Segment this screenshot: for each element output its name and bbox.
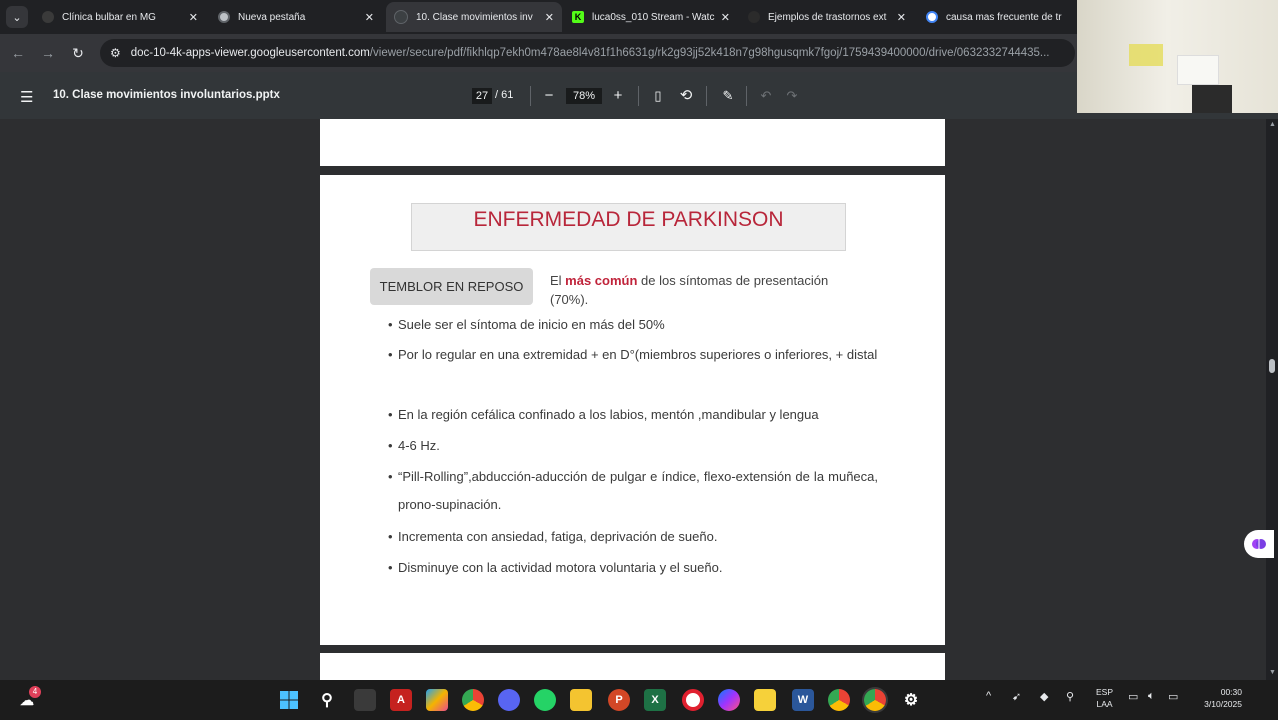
address-host: doc-10-4k-apps-viewer.googleusercontent.… <box>130 47 370 59</box>
tab-title: Clínica bulbar en MG <box>62 11 156 23</box>
notifications-screen-icon[interactable]: ▭ <box>1128 690 1138 703</box>
search-icon[interactable]: ⚲ <box>316 689 338 711</box>
tab-clase-movimientos[interactable]: 10. Clase movimientos inv ✕ <box>386 2 562 32</box>
language-indicator[interactable]: ESP LAA <box>1096 686 1113 710</box>
pdf-viewer[interactable]: ENFERMEDAD DE PARKINSON TEMBLOR EN REPOS… <box>0 119 1266 680</box>
battery-icon[interactable]: ▭ <box>1168 690 1178 703</box>
tab-nueva-pestana[interactable]: Nueva pestaña ✕ <box>210 2 382 32</box>
tab-causa-frecuente[interactable]: causa mas frecuente de tr <box>918 2 1076 32</box>
volume-icon[interactable]: 🔈︎ <box>1148 690 1155 703</box>
tray-app-icon[interactable]: ➹ <box>1012 690 1021 703</box>
divider <box>530 86 531 106</box>
copilot-icon[interactable] <box>426 689 448 711</box>
notification-badge: 4 <box>29 686 41 698</box>
windows-icon <box>280 691 298 709</box>
annotate-pen-icon[interactable]: ✎ <box>718 86 738 106</box>
file-explorer-icon[interactable] <box>570 689 592 711</box>
slide-title: ENFERMEDAD DE PARKINSON <box>411 203 846 251</box>
word-icon[interactable]: W <box>792 689 814 711</box>
discord-icon[interactable] <box>498 689 520 711</box>
menu-icon[interactable]: ☰ <box>20 88 33 106</box>
intro-text: El más común de los síntomas de presenta… <box>550 273 829 307</box>
undo-icon[interactable]: ↶ <box>756 86 776 106</box>
rotate-icon[interactable]: ⟲ <box>676 86 696 106</box>
close-icon[interactable]: ✕ <box>897 11 906 24</box>
back-arrow-icon[interactable]: ← <box>8 43 28 63</box>
chrome-active-icon[interactable] <box>864 689 886 711</box>
page-total: / 61 <box>495 89 514 101</box>
zoom-in-button[interactable]: + <box>608 86 628 106</box>
windows-taskbar: ☁ ⚲ A P X W ⚙ ^ ➹ ◆ ⚲ ▭ 🔈︎ ▭ <box>0 680 1278 720</box>
webcam-sticky-note <box>1129 44 1163 66</box>
tab-ejemplos-trastornos[interactable]: Ejemplos de trastornos ext ✕ <box>740 2 914 32</box>
divider <box>706 86 707 106</box>
chrome-icon <box>218 11 230 23</box>
chevron-down-icon: ⌄ <box>12 11 22 24</box>
opera-icon[interactable] <box>682 689 704 711</box>
next-page <box>320 653 945 680</box>
chrome-icon[interactable] <box>462 689 484 711</box>
tab-title: causa mas frecuente de tr <box>946 11 1062 23</box>
tab-favicon-icon <box>42 11 54 23</box>
excel-icon[interactable]: X <box>644 689 666 711</box>
redo-icon[interactable]: ↷ <box>782 86 802 106</box>
webcam-object <box>1192 85 1232 113</box>
tab-title: luca0ss_010 Stream - Watc <box>592 11 715 23</box>
kick-icon: K <box>572 11 584 23</box>
acrobat-icon[interactable]: A <box>390 689 412 711</box>
start-button[interactable] <box>278 689 300 711</box>
address-bar[interactable]: ⚙ doc-10-4k-apps-viewer.googleuserconten… <box>100 39 1075 67</box>
tab-kick-stream[interactable]: K luca0ss_010 Stream - Watc ✕ <box>564 2 738 32</box>
close-icon[interactable]: ✕ <box>189 11 198 24</box>
close-icon[interactable]: ✕ <box>545 11 554 24</box>
tab-clinica-bulbar[interactable]: Clínica bulbar en MG ✕ <box>34 2 206 32</box>
system-clock[interactable]: 00:30 3/10/2025 <box>1194 686 1242 710</box>
tab-title: 10. Clase movimientos inv <box>416 11 533 23</box>
webcam-whiteboard <box>1177 55 1219 85</box>
tab-title: Nueva pestaña <box>238 11 306 23</box>
reload-icon[interactable]: ↻ <box>68 43 88 63</box>
tray-security-icon[interactable]: ◆ <box>1040 690 1048 703</box>
tab-search-button[interactable]: ⌄ <box>6 6 28 28</box>
sticky-notes-icon[interactable] <box>754 689 776 711</box>
site-info-icon[interactable]: ⚙ <box>110 46 121 60</box>
zoom-level-input[interactable]: 78% <box>566 88 602 104</box>
scroll-thumb[interactable] <box>1269 359 1275 373</box>
address-path: /viewer/secure/pdf/fikhlqp7ekh0m478ae8l4… <box>369 47 1050 59</box>
tray-usb-icon[interactable]: ⚲ <box>1066 690 1074 703</box>
current-page-slide: ENFERMEDAD DE PARKINSON TEMBLOR EN REPOS… <box>320 175 945 645</box>
close-icon[interactable]: ✕ <box>721 11 730 24</box>
extension-floating-button[interactable] <box>1244 530 1274 558</box>
close-icon[interactable]: ✕ <box>365 11 374 24</box>
document-title: 10. Clase movimientos involuntarios.pptx <box>53 89 280 101</box>
previous-page <box>320 119 945 166</box>
tab-title: Ejemplos de trastornos ext <box>768 11 887 23</box>
brain-icon <box>1252 539 1266 549</box>
divider <box>746 86 747 106</box>
scroll-up-icon[interactable]: ▲ <box>1269 121 1276 128</box>
chrome-profile-icon[interactable] <box>828 689 850 711</box>
google-icon <box>926 11 938 23</box>
powerpoint-icon[interactable]: P <box>608 689 630 711</box>
forward-arrow-icon[interactable]: → <box>38 43 58 63</box>
scroll-down-icon[interactable]: ▼ <box>1269 669 1276 676</box>
tab-favicon-icon <box>394 10 408 24</box>
vertical-scrollbar[interactable]: ▲ ▼ <box>1266 119 1278 680</box>
section-label: TEMBLOR EN REPOSO <box>370 268 533 305</box>
webcam-overlay[interactable] <box>1077 0 1278 113</box>
page-number-input[interactable]: 27 <box>472 88 492 104</box>
task-view-icon[interactable] <box>354 689 376 711</box>
show-hidden-icons-icon[interactable]: ^ <box>986 690 991 702</box>
divider <box>638 86 639 106</box>
settings-gear-icon[interactable]: ⚙ <box>900 689 922 711</box>
whatsapp-icon[interactable] <box>534 689 556 711</box>
zoom-out-button[interactable]: − <box>539 86 559 106</box>
tab-favicon-icon <box>748 11 760 23</box>
messenger-icon[interactable] <box>718 689 740 711</box>
fit-page-icon[interactable]: ▯ <box>648 86 668 106</box>
